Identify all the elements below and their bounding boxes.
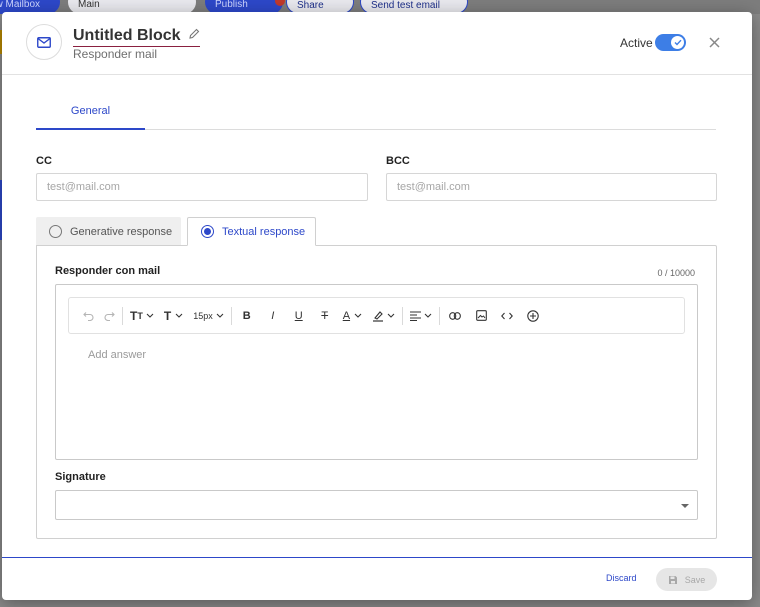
code-icon[interactable]: [494, 305, 520, 327]
link-icon[interactable]: [442, 305, 468, 327]
signature-select[interactable]: [55, 490, 698, 520]
modal-header: Untitled Block Responder mail Active: [2, 12, 752, 75]
close-icon[interactable]: [705, 33, 723, 51]
block-subtitle: Responder mail: [73, 47, 158, 61]
active-toggle[interactable]: [655, 34, 686, 51]
generative-label: Generative response: [70, 225, 173, 238]
editor-placeholder: Add answer: [88, 349, 147, 361]
bcc-input[interactable]: [386, 173, 717, 201]
chevron-down-icon: [216, 313, 224, 318]
tab-bar: General: [36, 95, 716, 130]
dropdown-arrow-icon: [681, 504, 689, 508]
block-editor-modal: Untitled Block Responder mail Active Gen…: [2, 12, 752, 600]
image-icon[interactable]: [468, 305, 494, 327]
redo-icon[interactable]: [99, 305, 120, 327]
radio-generative[interactable]: [49, 225, 62, 238]
cc-input[interactable]: [36, 173, 368, 201]
radio-textual[interactable]: [201, 225, 214, 238]
highlight-dropdown-icon[interactable]: [367, 305, 400, 327]
bg-notification-dot: [275, 0, 285, 6]
character-counter: 0 / 10000: [657, 268, 695, 278]
toolbar-divider: [122, 306, 123, 325]
editor-label: Responder con mail: [55, 265, 161, 277]
toolbar-divider: [439, 306, 441, 325]
rich-text-editor[interactable]: TT T 15px B I U T A Add answer: [55, 284, 698, 460]
toolbar-divider: [402, 306, 404, 325]
undo-icon[interactable]: [78, 305, 99, 327]
save-label: Save: [684, 574, 706, 585]
textual-response-panel: Responder con mail 0 / 10000 TT T 15px B…: [36, 245, 717, 539]
signature-label: Signature: [55, 471, 106, 483]
underline-icon[interactable]: U: [286, 305, 312, 327]
modal-footer: Discard Save: [2, 557, 752, 600]
toolbar-divider: [230, 306, 232, 325]
mail-icon: [26, 24, 62, 60]
add-circle-icon[interactable]: [520, 305, 546, 327]
bold-icon[interactable]: B: [234, 305, 260, 327]
bcc-label: BCC: [386, 155, 410, 167]
toggle-knob: [671, 36, 684, 49]
cc-label: CC: [36, 155, 52, 167]
textual-label: Textual response: [222, 225, 306, 238]
check-icon: [674, 39, 682, 46]
font-dropdown-icon[interactable]: T: [159, 305, 188, 327]
editor-toolbar: TT T 15px B I U T A: [68, 297, 685, 334]
block-title-text[interactable]: Untitled Block: [73, 27, 181, 45]
font-size-value: 15px: [193, 310, 213, 321]
save-icon: [668, 575, 677, 584]
active-label: Active: [620, 36, 653, 50]
pencil-icon[interactable]: [188, 27, 200, 45]
align-dropdown-icon[interactable]: [405, 305, 437, 327]
tab-generative-response[interactable]: Generative response: [36, 217, 181, 246]
italic-icon[interactable]: I: [260, 305, 286, 327]
tab-general[interactable]: General: [36, 95, 145, 130]
font-size-dropdown[interactable]: 15px: [188, 305, 229, 327]
block-title[interactable]: Untitled Block: [73, 27, 200, 47]
save-button[interactable]: Save: [656, 568, 717, 591]
text-case-dropdown-icon[interactable]: TT: [125, 305, 159, 327]
discard-button[interactable]: Discard: [606, 573, 637, 583]
tab-textual-response[interactable]: Textual response: [187, 217, 316, 246]
strikethrough-icon[interactable]: T: [312, 305, 338, 327]
text-color-dropdown-icon[interactable]: A: [338, 305, 367, 327]
